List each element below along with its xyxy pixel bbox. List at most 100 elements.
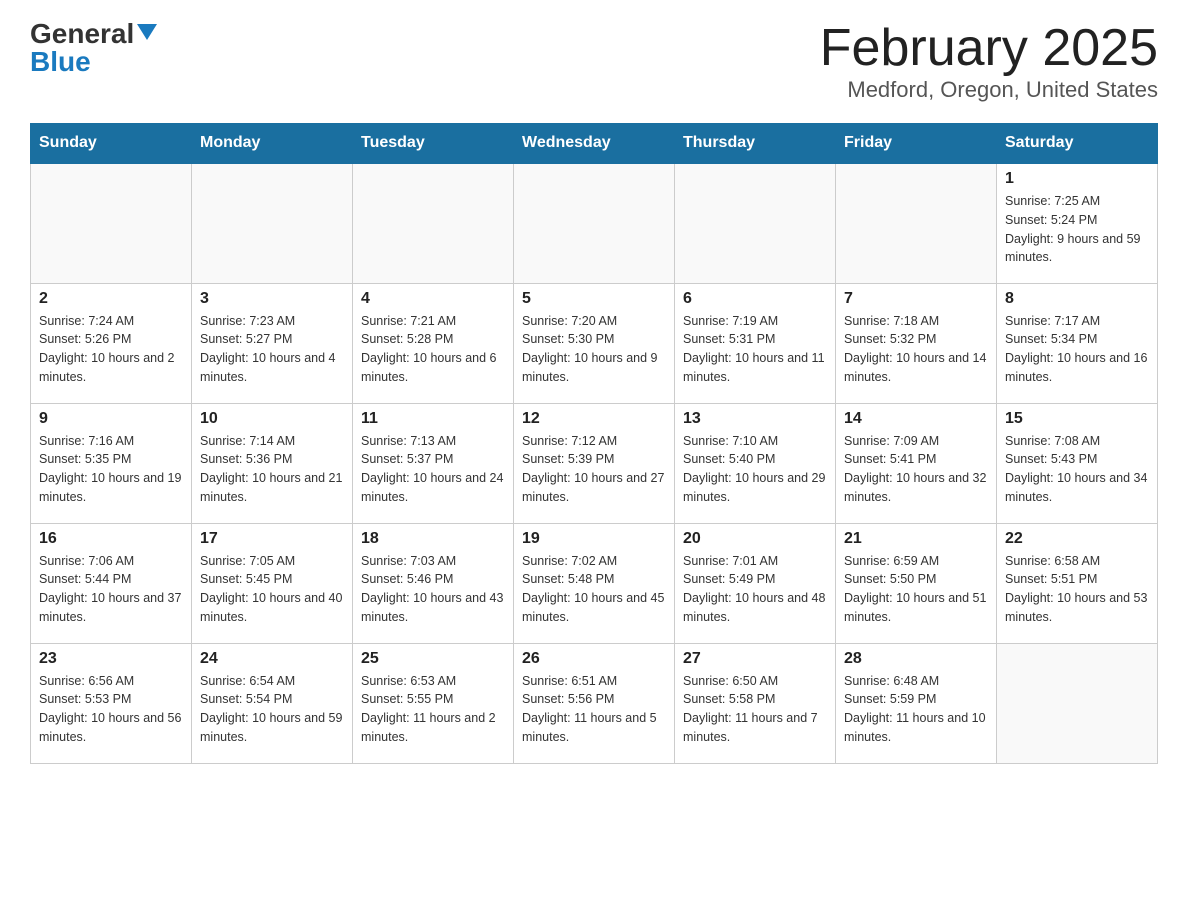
day-number: 9	[39, 410, 183, 428]
day-info: Sunrise: 7:14 AMSunset: 5:36 PMDaylight:…	[200, 432, 344, 507]
day-info: Sunrise: 7:09 AMSunset: 5:41 PMDaylight:…	[844, 432, 988, 507]
day-info: Sunrise: 7:08 AMSunset: 5:43 PMDaylight:…	[1005, 432, 1149, 507]
day-info: Sunrise: 7:18 AMSunset: 5:32 PMDaylight:…	[844, 312, 988, 387]
calendar-cell	[675, 163, 836, 283]
day-number: 17	[200, 530, 344, 548]
day-number: 13	[683, 410, 827, 428]
calendar-cell: 14 Sunrise: 7:09 AMSunset: 5:41 PMDayligh…	[836, 403, 997, 523]
calendar-cell	[353, 163, 514, 283]
day-info: Sunrise: 7:19 AMSunset: 5:31 PMDaylight:…	[683, 312, 827, 387]
day-info: Sunrise: 7:05 AMSunset: 5:45 PMDaylight:…	[200, 552, 344, 627]
calendar-week-row: 2Sunrise: 7:24 AMSunset: 5:26 PMDaylight…	[31, 283, 1158, 403]
calendar-cell: 8 Sunrise: 7:17 AMSunset: 5:34 PMDaylight…	[997, 283, 1158, 403]
day-info: Sunrise: 7:02 AMSunset: 5:48 PMDaylight:…	[522, 552, 666, 627]
day-number: 1	[1005, 170, 1149, 188]
calendar-cell: 26 Sunrise: 6:51 AMSunset: 5:56 PMDayligh…	[514, 643, 675, 763]
day-info: Sunrise: 6:51 AMSunset: 5:56 PMDaylight:…	[522, 672, 666, 747]
logo-triangle-icon	[137, 24, 157, 40]
day-number: 23	[39, 650, 183, 668]
calendar-cell	[997, 643, 1158, 763]
day-header-friday: Friday	[836, 124, 997, 164]
calendar-cell: 12 Sunrise: 7:12 AMSunset: 5:39 PMDayligh…	[514, 403, 675, 523]
day-number: 22	[1005, 530, 1149, 548]
day-info: Sunrise: 7:21 AMSunset: 5:28 PMDaylight:…	[361, 312, 505, 387]
calendar-cell: 2Sunrise: 7:24 AMSunset: 5:26 PMDaylight…	[31, 283, 192, 403]
day-info: Sunrise: 6:58 AMSunset: 5:51 PMDaylight:…	[1005, 552, 1149, 627]
calendar-header-row: SundayMondayTuesdayWednesdayThursdayFrid…	[31, 124, 1158, 164]
day-number: 11	[361, 410, 505, 428]
day-number: 19	[522, 530, 666, 548]
page-header: General Blue February 2025 Medford, Oreg…	[30, 20, 1158, 103]
calendar-week-row: 1Sunrise: 7:25 AMSunset: 5:24 PMDaylight…	[31, 163, 1158, 283]
day-number: 12	[522, 410, 666, 428]
calendar-cell: 10 Sunrise: 7:14 AMSunset: 5:36 PMDayligh…	[192, 403, 353, 523]
day-info: Sunrise: 6:56 AMSunset: 5:53 PMDaylight:…	[39, 672, 183, 747]
day-number: 8	[1005, 290, 1149, 308]
calendar-cell: 13Sunrise: 7:10 AMSunset: 5:40 PMDayligh…	[675, 403, 836, 523]
day-number: 10	[200, 410, 344, 428]
calendar-cell: 20 Sunrise: 7:01 AMSunset: 5:49 PMDayligh…	[675, 523, 836, 643]
day-header-monday: Monday	[192, 124, 353, 164]
day-info: Sunrise: 7:17 AMSunset: 5:34 PMDaylight:…	[1005, 312, 1149, 387]
day-number: 14	[844, 410, 988, 428]
day-number: 26	[522, 650, 666, 668]
day-header-tuesday: Tuesday	[353, 124, 514, 164]
day-header-thursday: Thursday	[675, 124, 836, 164]
calendar-cell: 19 Sunrise: 7:02 AMSunset: 5:48 PMDayligh…	[514, 523, 675, 643]
calendar-cell: 3 Sunrise: 7:23 AMSunset: 5:27 PMDaylight…	[192, 283, 353, 403]
day-info: Sunrise: 7:23 AMSunset: 5:27 PMDaylight:…	[200, 312, 344, 387]
calendar-cell: 1Sunrise: 7:25 AMSunset: 5:24 PMDaylight…	[997, 163, 1158, 283]
calendar-week-row: 9 Sunrise: 7:16 AMSunset: 5:35 PMDaylight…	[31, 403, 1158, 523]
calendar-week-row: 23 Sunrise: 6:56 AMSunset: 5:53 PMDayligh…	[31, 643, 1158, 763]
calendar-cell	[514, 163, 675, 283]
day-number: 25	[361, 650, 505, 668]
day-info: Sunrise: 7:06 AMSunset: 5:44 PMDaylight:…	[39, 552, 183, 627]
calendar-cell: 28 Sunrise: 6:48 AMSunset: 5:59 PMDayligh…	[836, 643, 997, 763]
day-number: 4	[361, 290, 505, 308]
day-number: 18	[361, 530, 505, 548]
calendar-cell: 7 Sunrise: 7:18 AMSunset: 5:32 PMDaylight…	[836, 283, 997, 403]
day-number: 16	[39, 530, 183, 548]
day-info: Sunrise: 7:16 AMSunset: 5:35 PMDaylight:…	[39, 432, 183, 507]
title-block: February 2025 Medford, Oregon, United St…	[820, 20, 1158, 103]
calendar-cell: 23 Sunrise: 6:56 AMSunset: 5:53 PMDayligh…	[31, 643, 192, 763]
calendar-cell: 5 Sunrise: 7:20 AMSunset: 5:30 PMDaylight…	[514, 283, 675, 403]
day-number: 21	[844, 530, 988, 548]
day-info: Sunrise: 7:20 AMSunset: 5:30 PMDaylight:…	[522, 312, 666, 387]
day-number: 24	[200, 650, 344, 668]
day-number: 2	[39, 290, 183, 308]
day-number: 5	[522, 290, 666, 308]
calendar-cell: 11 Sunrise: 7:13 AMSunset: 5:37 PMDayligh…	[353, 403, 514, 523]
month-title: February 2025	[820, 20, 1158, 77]
day-info: Sunrise: 7:12 AMSunset: 5:39 PMDaylight:…	[522, 432, 666, 507]
day-number: 28	[844, 650, 988, 668]
calendar-cell: 27Sunrise: 6:50 AMSunset: 5:58 PMDayligh…	[675, 643, 836, 763]
logo: General Blue	[30, 20, 157, 76]
calendar-cell	[192, 163, 353, 283]
day-info: Sunrise: 7:03 AMSunset: 5:46 PMDaylight:…	[361, 552, 505, 627]
day-number: 3	[200, 290, 344, 308]
calendar-cell: 15Sunrise: 7:08 AMSunset: 5:43 PMDayligh…	[997, 403, 1158, 523]
day-number: 20	[683, 530, 827, 548]
day-header-wednesday: Wednesday	[514, 124, 675, 164]
calendar-cell: 16 Sunrise: 7:06 AMSunset: 5:44 PMDayligh…	[31, 523, 192, 643]
day-header-sunday: Sunday	[31, 124, 192, 164]
day-info: Sunrise: 7:01 AMSunset: 5:49 PMDaylight:…	[683, 552, 827, 627]
day-info: Sunrise: 6:54 AMSunset: 5:54 PMDaylight:…	[200, 672, 344, 747]
day-number: 7	[844, 290, 988, 308]
day-info: Sunrise: 6:59 AMSunset: 5:50 PMDaylight:…	[844, 552, 988, 627]
logo-blue-text: Blue	[30, 48, 91, 76]
calendar-week-row: 16 Sunrise: 7:06 AMSunset: 5:44 PMDayligh…	[31, 523, 1158, 643]
calendar-cell	[31, 163, 192, 283]
logo-general-text: General	[30, 20, 134, 48]
calendar-cell: 6Sunrise: 7:19 AMSunset: 5:31 PMDaylight…	[675, 283, 836, 403]
day-info: Sunrise: 6:50 AMSunset: 5:58 PMDaylight:…	[683, 672, 827, 747]
day-info: Sunrise: 6:48 AMSunset: 5:59 PMDaylight:…	[844, 672, 988, 747]
calendar-cell: 24 Sunrise: 6:54 AMSunset: 5:54 PMDayligh…	[192, 643, 353, 763]
calendar-cell: 25Sunrise: 6:53 AMSunset: 5:55 PMDayligh…	[353, 643, 514, 763]
calendar-table: SundayMondayTuesdayWednesdayThursdayFrid…	[30, 123, 1158, 764]
day-info: Sunrise: 7:13 AMSunset: 5:37 PMDaylight:…	[361, 432, 505, 507]
calendar-cell: 18 Sunrise: 7:03 AMSunset: 5:46 PMDayligh…	[353, 523, 514, 643]
calendar-cell: 22 Sunrise: 6:58 AMSunset: 5:51 PMDayligh…	[997, 523, 1158, 643]
calendar-cell	[836, 163, 997, 283]
